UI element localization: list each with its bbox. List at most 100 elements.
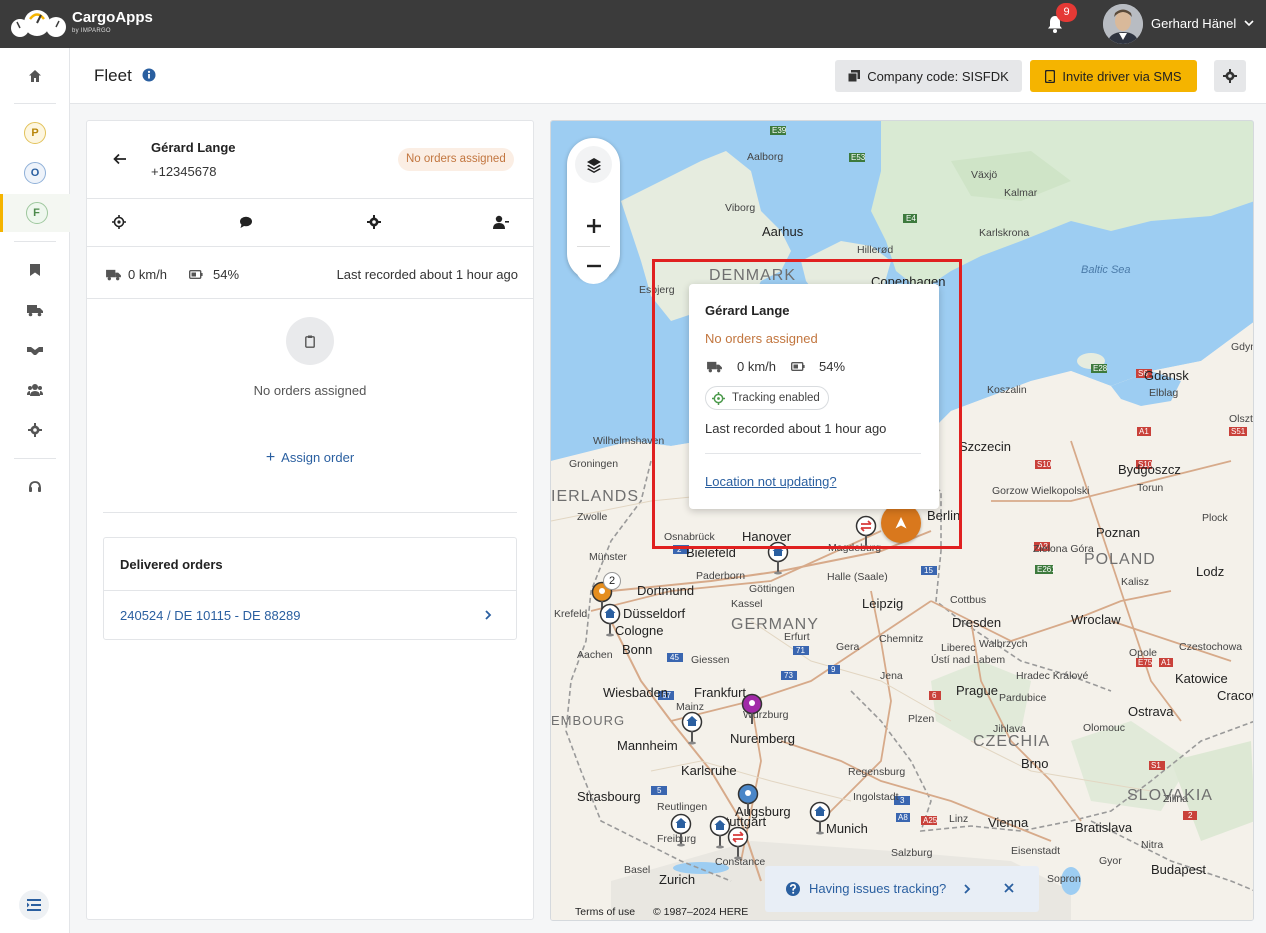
location-pin-icon[interactable]	[741, 693, 763, 727]
collapse-menu-button[interactable]	[19, 890, 49, 920]
map-label: Frankfurt	[694, 685, 747, 700]
map-label: Cologne	[615, 623, 664, 638]
map-label: Krefeld	[554, 608, 588, 620]
nav-bookmarks[interactable]	[0, 253, 70, 287]
top-bar: CargoApps by IMPARGO 9 Gerhard Hänel	[0, 0, 1266, 48]
home-pin-icon[interactable]	[809, 801, 831, 835]
zoom-out-button[interactable]	[575, 247, 612, 284]
map-country-label: POLAND	[1084, 551, 1156, 568]
assign-order-link[interactable]: + Assign order	[87, 449, 533, 467]
zoom-in-button[interactable]	[575, 207, 612, 244]
nav-vehicles[interactable]	[0, 293, 70, 327]
svg-text:6: 6	[932, 691, 937, 700]
phone-icon	[1045, 69, 1056, 83]
terms-of-use-link[interactable]: Terms of use	[575, 906, 635, 918]
locate-icon[interactable]	[112, 215, 126, 229]
page-title: Fleet	[94, 66, 132, 85]
driver-popup: Gérard Lange No orders assigned 0 km/h 5…	[689, 284, 939, 509]
gear-icon[interactable]	[367, 215, 381, 229]
list-item[interactable]: 240524 / DE 10115 - DE 88289	[104, 590, 516, 639]
svg-text:71: 71	[796, 646, 805, 655]
fleet-map[interactable]: E39 E53 E4 E28 E261 2 71 73 9 45 67 3 5 …	[550, 120, 1254, 921]
nav-settings[interactable]	[0, 413, 70, 447]
company-code-button[interactable]: Company code: SISFDK	[835, 60, 1022, 92]
avatar[interactable]	[1103, 4, 1143, 44]
chevron-right-icon[interactable]	[961, 883, 973, 895]
nav-f[interactable]: F	[0, 194, 70, 232]
remove-user-icon[interactable]	[493, 215, 509, 229]
driver-phone: +12345678	[151, 164, 217, 179]
tracking-help-banner[interactable]: Having issues tracking?	[765, 866, 1039, 912]
assign-order-label: Assign order	[281, 450, 355, 465]
map-country-label: SLOVAKIA	[1127, 787, 1213, 804]
back-arrow-icon[interactable]	[113, 152, 127, 166]
nav-support[interactable]	[0, 470, 70, 504]
nav-home[interactable]	[0, 59, 70, 93]
map-label: Wiesbaden	[603, 685, 669, 700]
headset-icon	[29, 481, 41, 492]
map-label: Walbrzych	[979, 638, 1028, 650]
location-pin-icon[interactable]	[737, 783, 759, 817]
map-label: Gera	[836, 641, 860, 653]
nav-p[interactable]: P	[0, 116, 70, 150]
map-label: Olsztyn	[1229, 413, 1253, 425]
battery-value: 54%	[213, 267, 240, 282]
nav-o[interactable]: O	[0, 156, 70, 190]
map-label: Reutlingen	[657, 801, 708, 813]
popup-battery: 54%	[819, 359, 846, 374]
map-label: Nuremberg	[730, 731, 796, 746]
user-name[interactable]: Gerhard Hänel	[1151, 16, 1236, 31]
info-icon[interactable]	[142, 68, 156, 82]
map-label: Opole	[1129, 647, 1158, 659]
location-not-updating-link[interactable]: Location not updating?	[705, 474, 837, 489]
svg-text:73: 73	[784, 671, 793, 680]
map-label: Bratislava	[1075, 820, 1133, 835]
home-pin-icon[interactable]	[599, 603, 621, 637]
map-label: Cottbus	[950, 594, 987, 606]
map-label: Jena	[880, 670, 903, 682]
brand-subtitle: by IMPARGO	[72, 28, 111, 34]
cargoapps-logo[interactable]	[10, 8, 70, 38]
map-label: Pardubice	[999, 692, 1047, 704]
order-link[interactable]: 240524 / DE 10115 - DE 88289	[120, 608, 300, 623]
map-label: Münster	[589, 551, 627, 563]
map-label: Brno	[1021, 756, 1049, 771]
map-label: Chemnitz	[879, 633, 924, 645]
transfer-pin-icon[interactable]	[727, 826, 749, 860]
cluster-count[interactable]: 2	[603, 572, 621, 590]
map-label: Zurich	[659, 872, 696, 887]
battery-icon	[791, 362, 805, 371]
nav-partners[interactable]	[0, 333, 70, 367]
popup-last-recorded: Last recorded about 1 hour ago	[705, 421, 887, 436]
map-label: Aachen	[577, 649, 613, 661]
invite-driver-button[interactable]: Invite driver via SMS	[1030, 60, 1197, 92]
layers-button[interactable]	[575, 146, 612, 183]
map-label: Sopron	[1047, 873, 1081, 885]
svg-text:E53: E53	[851, 153, 866, 162]
nav-users[interactable]	[0, 373, 70, 407]
map-label: Ingolstadt	[853, 791, 899, 803]
target-icon	[712, 391, 725, 405]
svg-text:A1: A1	[1139, 427, 1149, 436]
map-label: Paderborn	[696, 570, 746, 582]
battery-icon	[189, 270, 203, 279]
map-label: Dortmund	[637, 583, 695, 598]
tracking-label: Tracking enabled	[732, 392, 820, 404]
chat-icon[interactable]	[239, 215, 253, 229]
map-label: Gorzow Wielkopolski	[992, 485, 1090, 497]
divider	[87, 298, 533, 299]
svg-text:3: 3	[900, 796, 905, 805]
side-navigation: P O F	[0, 48, 70, 933]
close-icon[interactable]	[1003, 882, 1015, 894]
home-pin-icon[interactable]	[681, 711, 703, 745]
divider	[705, 453, 921, 454]
chevron-right-icon[interactable]	[482, 609, 494, 621]
popup-stats: 0 km/h 54%	[705, 359, 925, 375]
home-pin-icon[interactable]	[670, 813, 692, 847]
map-label: Kalisz	[1121, 576, 1150, 588]
map-label: Eisenstadt	[1011, 845, 1061, 857]
settings-button[interactable]	[1214, 60, 1246, 92]
map-label: Viborg	[725, 202, 756, 214]
chevron-down-icon[interactable]	[1243, 17, 1255, 29]
help-text[interactable]: Having issues tracking?	[809, 881, 946, 896]
